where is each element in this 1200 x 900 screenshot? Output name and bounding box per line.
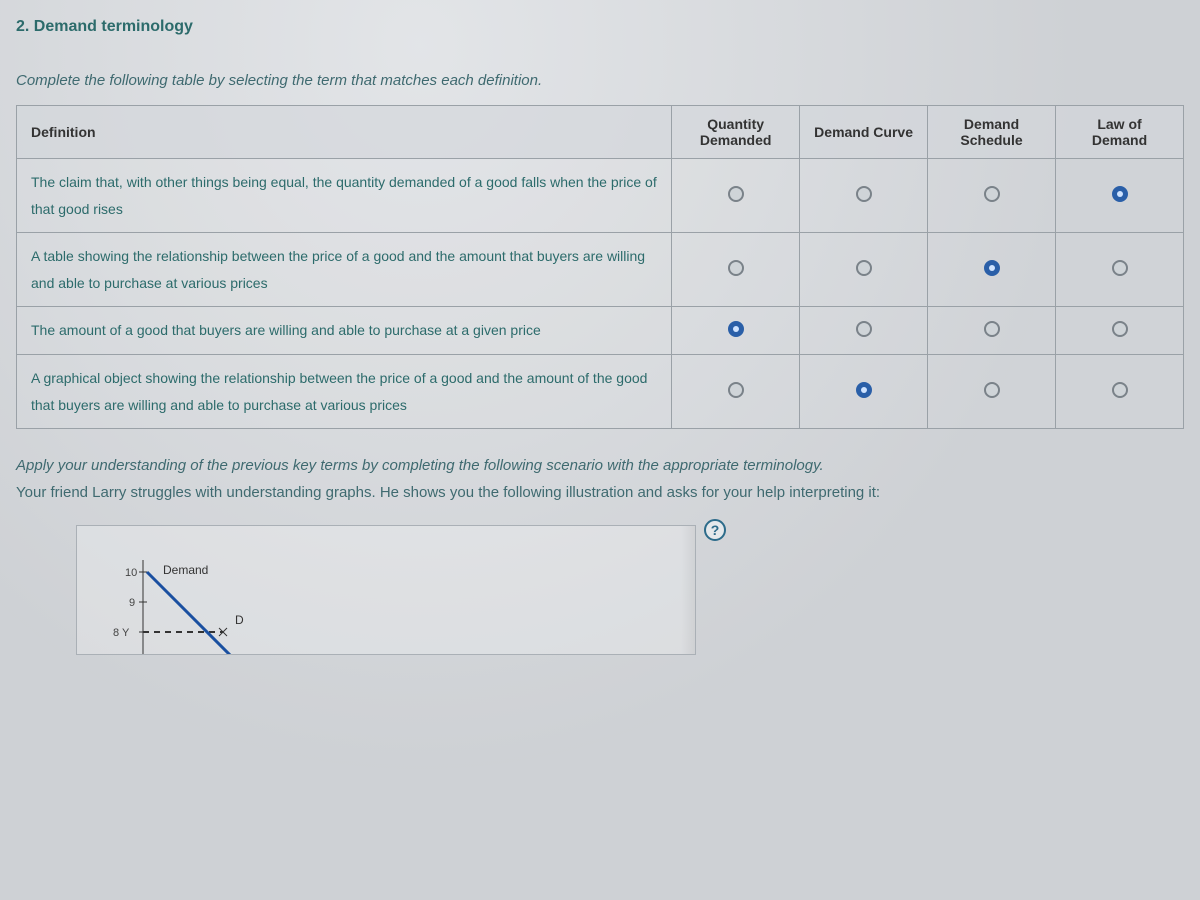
radio-cell (928, 233, 1056, 307)
series-label-demand: Demand (163, 563, 208, 577)
table-row: A table showing the relationship between… (17, 233, 1184, 307)
radio-cell (672, 233, 800, 307)
col-header-demand-schedule: Demand Schedule (928, 106, 1056, 159)
radio-option[interactable] (728, 321, 744, 337)
definition-cell: The claim that, with other things being … (17, 159, 672, 233)
radio-cell (672, 354, 800, 428)
radio-cell (672, 159, 800, 233)
table-row: The amount of a good that buyers are wil… (17, 307, 1184, 355)
help-icon[interactable]: ? (704, 519, 726, 541)
radio-option[interactable] (1112, 186, 1128, 202)
definition-cell: A table showing the relationship between… (17, 233, 672, 307)
definition-cell: The amount of a good that buyers are wil… (17, 307, 672, 355)
radio-cell (928, 354, 1056, 428)
table-row: The claim that, with other things being … (17, 159, 1184, 233)
scenario-instruction: Apply your understanding of the previous… (16, 457, 1184, 474)
radio-cell (1056, 354, 1184, 428)
radio-option[interactable] (856, 321, 872, 337)
radio-option[interactable] (728, 186, 744, 202)
table-instruction: Complete the following table by selectin… (16, 72, 1184, 89)
radio-cell (800, 159, 928, 233)
radio-option[interactable] (1112, 382, 1128, 398)
radio-option[interactable] (728, 260, 744, 276)
ytick-8: 8 Y (113, 627, 130, 639)
chart-container: ? 10 9 8 Y Demand D (76, 525, 716, 655)
radio-option[interactable] (984, 321, 1000, 337)
radio-option[interactable] (984, 382, 1000, 398)
radio-cell (800, 354, 928, 428)
chart-svg: 10 9 8 Y Demand D (103, 560, 663, 655)
radio-cell (800, 233, 928, 307)
scenario-context: Your friend Larry struggles with underst… (16, 484, 1184, 501)
definition-cell: A graphical object showing the relations… (17, 354, 672, 428)
radio-option[interactable] (728, 382, 744, 398)
radio-option[interactable] (984, 260, 1000, 276)
ytick-10: 10 (125, 567, 137, 579)
radio-cell (1056, 233, 1184, 307)
radio-option[interactable] (856, 382, 872, 398)
radio-option[interactable] (856, 186, 872, 202)
table-row: A graphical object showing the relations… (17, 354, 1184, 428)
radio-cell (800, 307, 928, 355)
col-header-definition: Definition (17, 106, 672, 159)
demand-chart: 10 9 8 Y Demand D (76, 525, 696, 655)
radio-option[interactable] (856, 260, 872, 276)
radio-cell (1056, 159, 1184, 233)
col-header-demand-curve: Demand Curve (800, 106, 928, 159)
col-header-qty-demanded: Quantity Demanded (672, 106, 800, 159)
radio-option[interactable] (1112, 321, 1128, 337)
radio-option[interactable] (1112, 260, 1128, 276)
radio-cell (928, 307, 1056, 355)
point-label-d: D (235, 613, 244, 627)
radio-cell (1056, 307, 1184, 355)
radio-option[interactable] (984, 186, 1000, 202)
section-title: 2. Demand terminology (16, 18, 1184, 36)
ytick-9: 9 (129, 597, 135, 609)
radio-cell (672, 307, 800, 355)
chart-shadow-edge (681, 526, 695, 654)
definitions-table: Definition Quantity Demanded Demand Curv… (16, 105, 1184, 429)
col-header-law-of-demand: Law of Demand (1056, 106, 1184, 159)
radio-cell (928, 159, 1056, 233)
